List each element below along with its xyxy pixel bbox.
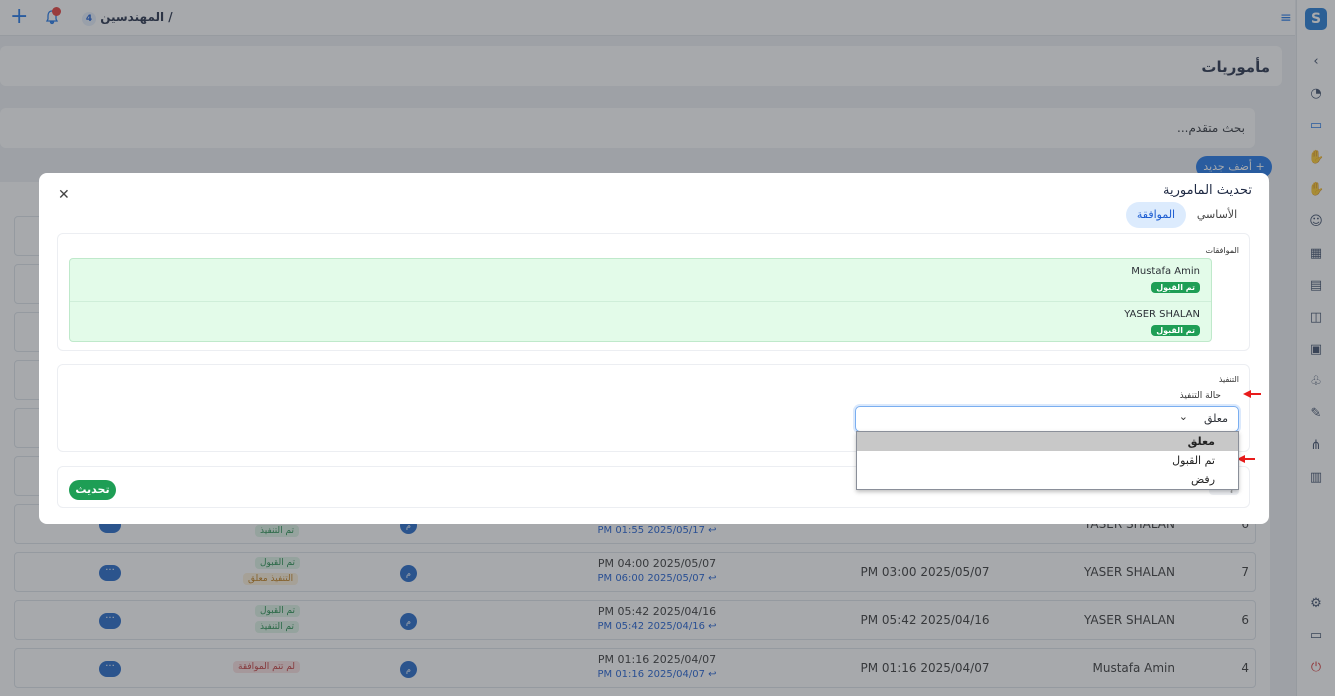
tab-approval[interactable]: الموافقة <box>1126 202 1186 228</box>
annotation-arrow-icon <box>1243 390 1261 398</box>
approvals-section: الموافقات Mustafa Amin تم القبول YASER S… <box>57 233 1250 351</box>
chevron-down-icon: ⌄ <box>1178 410 1188 423</box>
tab-basic[interactable]: الأساسي <box>1192 202 1242 228</box>
approver-name: Mustafa Amin <box>1131 266 1200 277</box>
annotation-arrow-icon <box>1237 455 1255 463</box>
update-button[interactable]: تحديث <box>69 480 116 500</box>
status-badge: تم القبول <box>1151 325 1200 336</box>
option-pending[interactable]: معلق <box>857 432 1238 451</box>
option-rejected[interactable]: رفض <box>857 470 1238 489</box>
status-badge: تم القبول <box>1151 282 1200 293</box>
approvals-list: Mustafa Amin تم القبول YASER SHALAN تم ا… <box>69 258 1212 342</box>
close-icon[interactable]: ✕ <box>58 187 70 203</box>
execution-status-label: حالة التنفيذ <box>1179 391 1221 401</box>
approvals-label: الموافقات <box>1205 246 1239 255</box>
execution-status-select[interactable]: معلق ⌄ <box>855 406 1239 432</box>
execution-status-options: معلق تم القبول رفض <box>856 431 1239 490</box>
list-item: Mustafa Amin تم القبول <box>70 259 1211 301</box>
option-accepted[interactable]: تم القبول <box>857 451 1238 470</box>
approver-name: YASER SHALAN <box>1124 309 1200 320</box>
execution-status-value: معلق <box>1203 412 1228 425</box>
execution-label: التنفيذ <box>1218 375 1239 384</box>
dialog-title: تحديث المامورية <box>1163 183 1252 198</box>
list-item: YASER SHALAN تم القبول <box>70 301 1211 343</box>
